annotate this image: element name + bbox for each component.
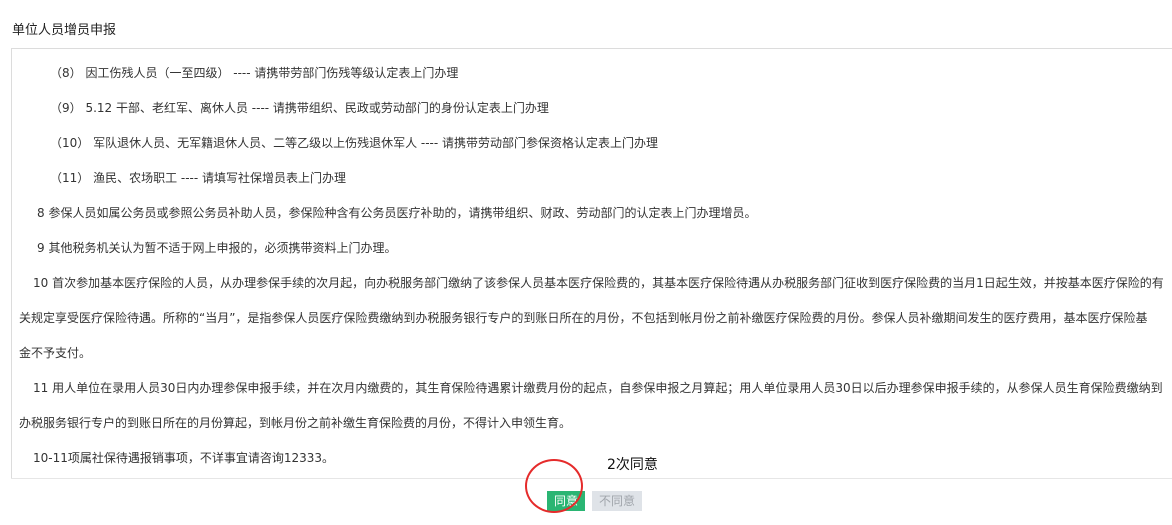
notice-item-8: 8 参保人员如属公务员或参照公务员补助人员，参保险种含有公务员医疗补助的，请携带…: [37, 206, 757, 220]
notice-line-8-1: （8） 因工伤残人员（一至四级） ---- 请携带劳部门伤残等级认定表上门办理: [50, 66, 459, 80]
annotation-text: 2次同意: [607, 457, 658, 473]
notice-item-10-line-1: 10 首次参加基本医疗保险的人员，从办理参保手续的次月起，向办税服务部门缴纳了该…: [33, 276, 1164, 290]
notice-box: （8） 因工伤残人员（一至四级） ---- 请携带劳部门伤残等级认定表上门办理 …: [11, 48, 1172, 522]
notice-line-8-3: （10） 军队退休人员、无军籍退休人员、二等乙级以上伤残退休军人 ---- 请携…: [50, 136, 659, 150]
notice-footnote: 10-11项属社保待遇报销事项，不详事宜请咨询12333。: [33, 451, 335, 465]
notice-line-8-4: （11） 渔民、农场职工 ---- 请填写社保增员表上门办理: [50, 171, 347, 185]
notice-item-10-line-2: 关规定享受医疗保险待遇。所称的“当月”，是指参保人员医疗保险费缴纳到办税服务银行…: [19, 311, 1148, 325]
notice-item-9: 9 其他税务机关认为暂不适于网上申报的，必须携带资料上门办理。: [37, 241, 397, 255]
disagree-button[interactable]: 不同意: [592, 491, 642, 511]
agree-button[interactable]: 同意: [547, 491, 585, 511]
notice-item-11-line-1: 11 用人单位在录用人员30日内办理参保申报手续，并在次月内缴费的，其生育保险待…: [33, 381, 1163, 395]
notice-item-10-line-3: 金不予支付。: [19, 346, 92, 360]
notice-line-8-2: （9） 5.12 干部、老红军、离休人员 ---- 请携带组织、民政或劳动部门的…: [50, 101, 549, 115]
page-title: 单位人员增员申报: [12, 23, 117, 38]
notice-item-11-line-2: 办税服务银行专户的到账日所在的月份算起，到帐月份之前补缴生育保险费的月份，不得计…: [19, 416, 572, 430]
